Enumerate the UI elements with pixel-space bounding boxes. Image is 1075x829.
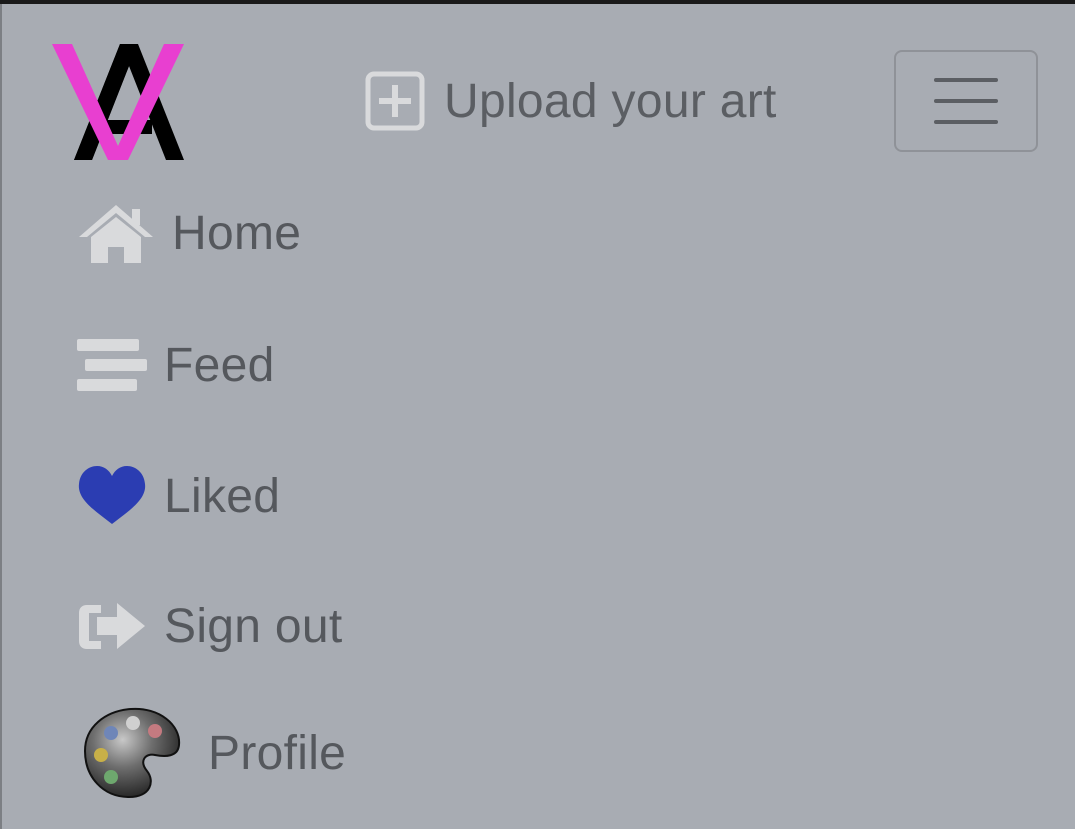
feed-icon [76,334,148,396]
nav-item-label: Home [172,206,302,260]
heart-icon [76,465,148,527]
palette-icon [80,704,184,802]
nav-item-profile[interactable]: Profile [80,704,346,802]
nav-item-liked[interactable]: Liked [76,465,280,527]
nav-item-label: Profile [208,726,347,780]
nav-item-label: Liked [164,469,281,523]
nav-panel: Upload your art Home Feed Liked Sign out… [0,4,1075,829]
hamburger-icon [934,78,998,124]
va-logo-icon[interactable] [50,42,190,162]
nav-item-label: Feed [164,338,275,392]
nav-item-home[interactable]: Home [76,202,301,264]
nav-item-feed[interactable]: Feed [76,334,275,396]
plus-square-icon [364,70,426,132]
nav-item-sign-out[interactable]: Sign out [76,595,343,657]
nav-item-label: Sign out [164,599,343,653]
upload-art-link[interactable]: Upload your art [364,70,777,132]
menu-toggle-button[interactable] [894,50,1038,152]
upload-art-label: Upload your art [444,74,777,128]
sign-out-icon [76,595,148,657]
home-icon [76,202,156,264]
